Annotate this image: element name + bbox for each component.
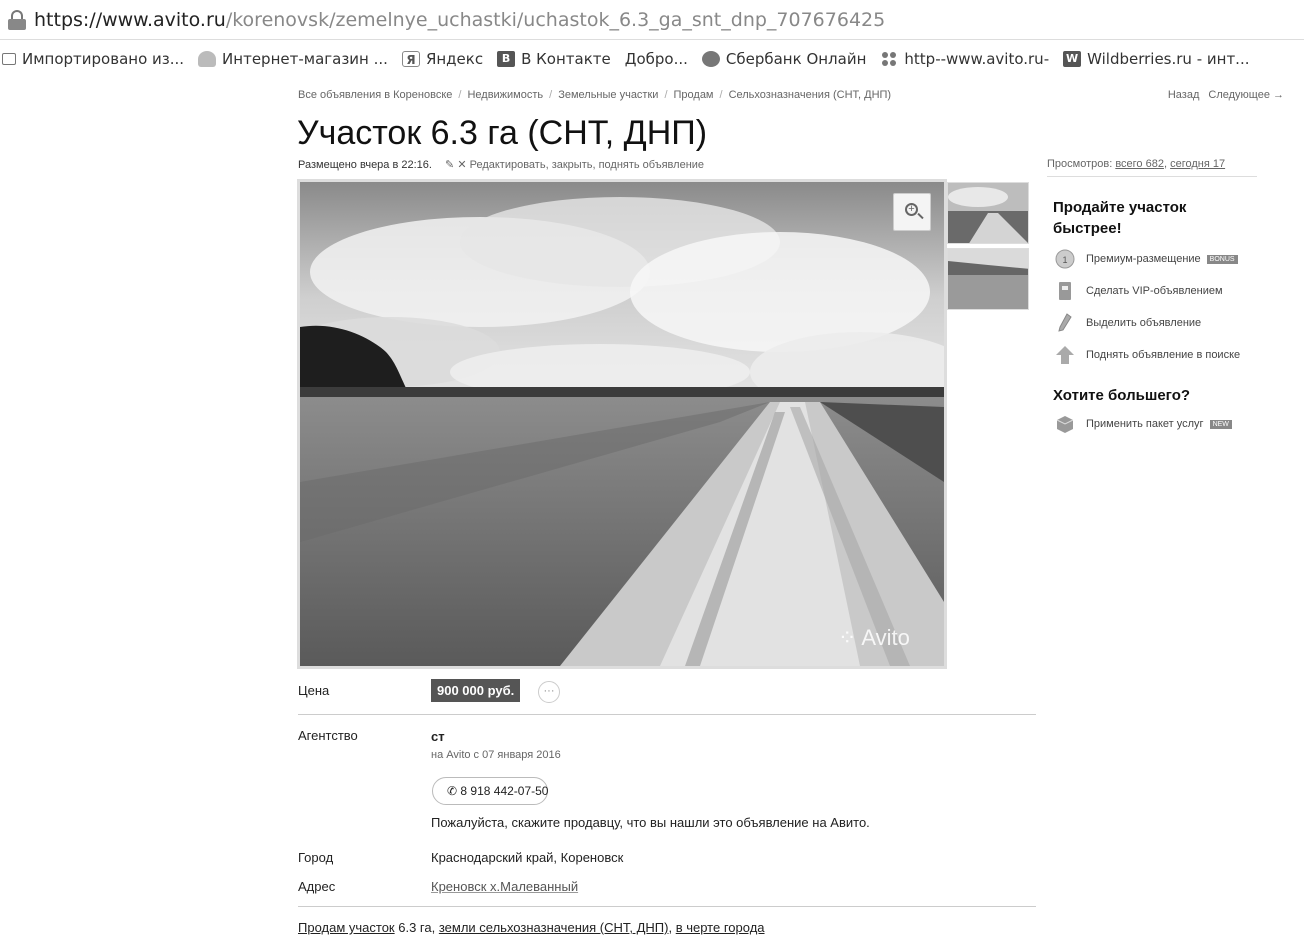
coin-icon: 1 xyxy=(1054,249,1076,269)
prev-next-nav: Назад Следующее → xyxy=(1159,89,1284,101)
listing-description: Продам участок 6.3 га, земли сельхозназн… xyxy=(298,920,765,935)
address-bar[interactable]: https://www.avito.ru/korenovsk/zemelnye_… xyxy=(0,0,1304,40)
breadcrumb: Все объявления в Кореновске / Недвижимость… xyxy=(298,89,892,101)
bookmark-imported[interactable]: Импортировано из... xyxy=(2,50,184,68)
bookmark-sberbank[interactable]: Сбербанк Онлайн xyxy=(701,50,867,68)
bookmarks-bar: Импортировано из... Интернет-магазин ...… xyxy=(0,42,1304,76)
bookmark-label: http--www.avito.ru- xyxy=(904,50,1050,68)
service-package-option[interactable]: Применить пакет услуг NEW xyxy=(1054,413,1232,435)
want-more-heading: Хотите большего? xyxy=(1053,387,1191,404)
views-counter: Просмотров: всего 682, сегодня 17 xyxy=(1047,158,1257,177)
sberbank-icon xyxy=(701,51,720,67)
yandex-icon: Я xyxy=(401,51,420,67)
page-title: Участок 6.3 га (СНТ, ДНП) xyxy=(297,114,708,152)
phone-button[interactable]: ✆ 8 918 442-07-50 xyxy=(432,777,548,805)
lock-icon xyxy=(8,9,26,30)
edit-link[interactable]: ✎ ✕ Редактировать, закрыть, поднять объя… xyxy=(445,159,704,171)
wildberries-icon: W xyxy=(1063,51,1082,67)
bookmark-vk[interactable]: B В Контакте xyxy=(497,50,611,68)
views-total: всего 682 xyxy=(1115,158,1164,170)
posted-info: Размещено вчера в 22:16. ✎ ✕ Редактирова… xyxy=(298,158,704,171)
zoom-in-icon: + xyxy=(905,203,918,216)
raise-option[interactable]: Поднять объявление в поиске xyxy=(1054,344,1240,366)
package-icon xyxy=(1054,414,1076,434)
vip-option[interactable]: Сделать VIP-объявлением xyxy=(1054,280,1223,302)
bookmark-label: Импортировано из... xyxy=(22,50,185,68)
breadcrumb-all-ads[interactable]: Все объявления в Кореновске xyxy=(298,89,452,101)
url-text[interactable]: https://www.avito.ru/korenovsk/zemelnye_… xyxy=(34,9,885,31)
bonus-badge: BONUS xyxy=(1206,254,1238,264)
bookmark-wildberries[interactable]: W Wildberries.ru - инт... xyxy=(1063,50,1250,68)
description-link[interactable]: Продам участок xyxy=(298,920,395,935)
option-label: Применить пакет услуг xyxy=(1086,418,1204,430)
views-prefix: Просмотров: xyxy=(1047,158,1116,170)
photo-thumbnail[interactable] xyxy=(947,182,1029,244)
address-link[interactable]: Креновск х.Малеванный xyxy=(431,879,578,894)
pencil-icon: ✎ xyxy=(445,159,455,171)
premium-placement-option[interactable]: 1 Премиум-размещение BONUS xyxy=(1054,248,1238,270)
bookmark-label: Интернет-магазин ... xyxy=(222,50,388,68)
url-path: /korenovsk/zemelnye_uchastki/uchastok_6.… xyxy=(225,8,886,31)
option-label: Премиум-размещение xyxy=(1086,253,1201,265)
bookmark-label: Сбербанк Онлайн xyxy=(725,50,867,68)
city-label: Город xyxy=(298,850,334,865)
breadcrumb-agricultural[interactable]: Сельхозназначения (СНТ, ДНП) xyxy=(729,89,892,101)
marker-icon xyxy=(1054,313,1076,333)
option-label: Выделить объявление xyxy=(1086,317,1202,329)
agency-name[interactable]: ст xyxy=(431,729,445,744)
address-label: Адрес xyxy=(298,879,336,894)
close-icon: ✕ xyxy=(457,159,467,171)
price-label: Цена xyxy=(298,683,330,698)
breadcrumb-land[interactable]: Земельные участки xyxy=(558,89,658,101)
agency-since: на Avito с 07 января 2016 xyxy=(431,749,561,761)
svg-text:1: 1 xyxy=(1062,255,1067,265)
vip-card-icon xyxy=(1054,281,1076,301)
shop-icon xyxy=(198,51,217,67)
highlight-option[interactable]: Выделить объявление xyxy=(1054,312,1201,334)
avito-icon xyxy=(880,51,898,67)
folder-icon xyxy=(2,53,16,65)
option-label: Поднять объявление в поиске xyxy=(1086,349,1241,361)
sell-faster-heading: Продайте участок быстрее! xyxy=(1053,199,1187,237)
bookmark-shop[interactable]: Интернет-магазин ... xyxy=(198,50,388,68)
bookmark-avito[interactable]: http--www.avito.ru- xyxy=(880,50,1049,68)
option-label: Сделать VIP-объявлением xyxy=(1086,285,1223,297)
agency-label: Агентство xyxy=(298,728,358,743)
price-value: 900 000 руб. xyxy=(431,679,521,702)
breadcrumb-sell[interactable]: Продам xyxy=(674,89,714,101)
next-link[interactable]: Следующее → xyxy=(1208,89,1284,101)
back-link[interactable]: Назад xyxy=(1168,89,1200,101)
photo-thumbnail[interactable] xyxy=(947,248,1029,310)
bookmark-label: Яндекс xyxy=(425,50,484,68)
new-badge: NEW xyxy=(1209,419,1232,429)
seller-notice: Пожалуйста, скажите продавцу, что вы наш… xyxy=(431,815,870,830)
breadcrumb-real-estate[interactable]: Недвижимость xyxy=(467,89,543,101)
bookmark-label: Добро... xyxy=(624,50,688,68)
description-link[interactable]: в черте города xyxy=(676,920,765,935)
bookmark-label: Wildberries.ru - инт... xyxy=(1087,50,1250,68)
phone-icon: ✆ xyxy=(447,784,458,798)
vk-icon: B xyxy=(497,51,516,67)
bookmark-label: В Контакте xyxy=(521,50,611,68)
edit-link-label: Редактировать, закрыть, поднять объявлен… xyxy=(469,159,705,171)
more-options-button[interactable]: ··· xyxy=(538,681,560,703)
divider xyxy=(298,906,1036,907)
city-value: Краснодарский край, Кореновск xyxy=(431,850,624,865)
phone-number: 8 918 442-07-50 xyxy=(460,784,549,798)
main-photo[interactable] xyxy=(297,179,947,669)
divider xyxy=(298,714,1036,715)
url-host: https://www.avito.ru xyxy=(34,8,226,31)
zoom-button[interactable]: + xyxy=(893,193,931,231)
posted-date: Размещено вчера в 22:16. xyxy=(298,159,432,171)
bookmark-dobro[interactable]: Добро... xyxy=(625,50,688,68)
arrow-up-icon xyxy=(1054,345,1076,365)
description-link[interactable]: земли сельхозназначения (СНТ, ДНП) xyxy=(439,920,669,935)
views-today: сегодня 17 xyxy=(1170,158,1226,170)
avito-watermark: ⁘ Avito xyxy=(838,625,910,650)
bookmark-yandex[interactable]: Я Яндекс xyxy=(401,50,484,68)
